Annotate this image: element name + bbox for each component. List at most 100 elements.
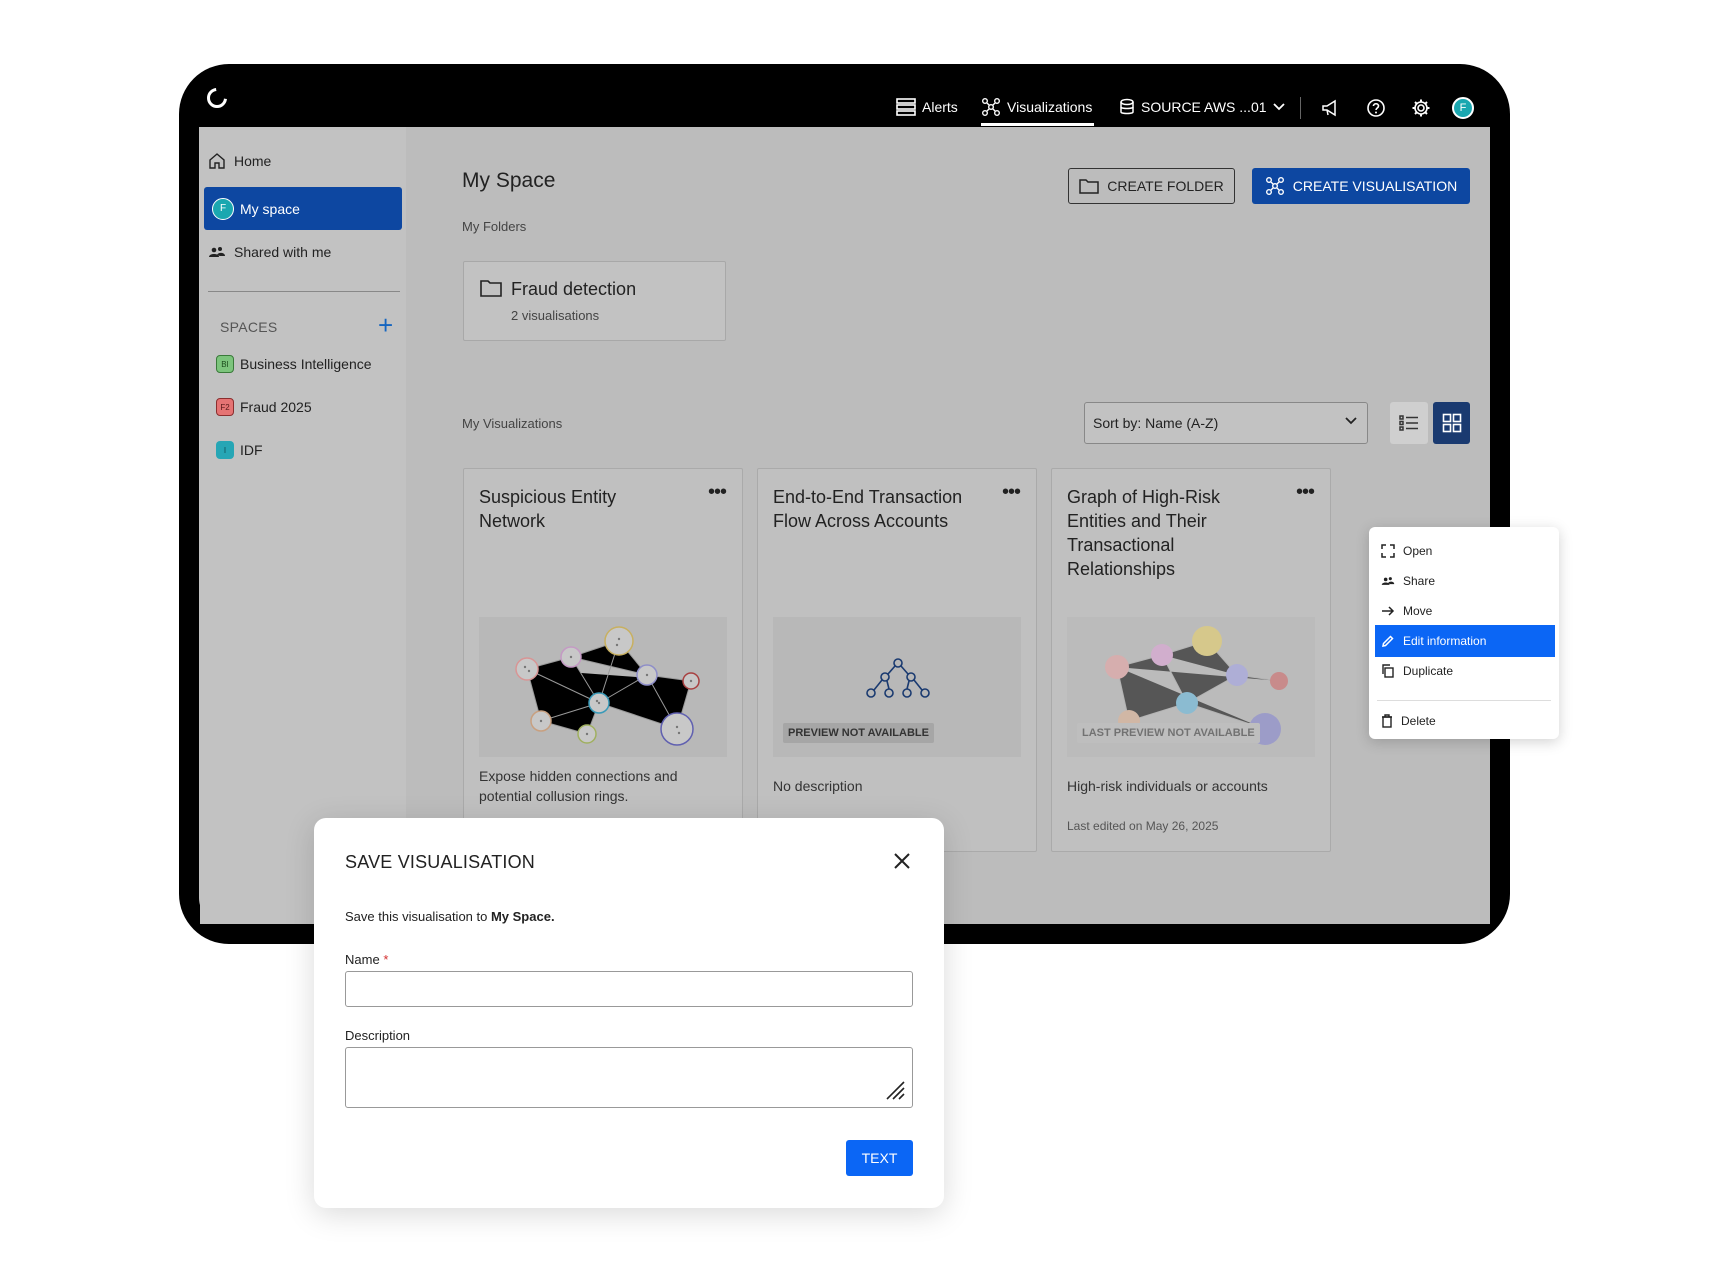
create-folder-button[interactable]: CREATE FOLDER — [1068, 168, 1235, 204]
space-badge: F2 — [216, 398, 234, 416]
pencil-icon — [1382, 635, 1394, 647]
description-field[interactable] — [345, 1047, 913, 1108]
copy-icon — [1382, 664, 1394, 678]
menu-item-edit-information[interactable]: Edit information — [1375, 625, 1555, 657]
close-icon[interactable] — [889, 848, 915, 874]
card-description: No description — [773, 778, 863, 794]
sidebar-item-fraud-2025[interactable]: F2 Fraud 2025 — [216, 398, 312, 416]
nav-alerts-label: Alerts — [922, 99, 958, 115]
spaces-heading: SPACES — [220, 319, 278, 335]
sidebar-item-label: Shared with me — [234, 244, 332, 260]
menu-item-move[interactable]: Move — [1375, 595, 1555, 627]
card-title: End-to-End Transaction Flow Across Accou… — [773, 487, 963, 531]
source-label: SOURCE AWS ...01 — [1141, 99, 1267, 115]
visualization-card[interactable]: End-to-End Transaction Flow Across Accou… — [757, 468, 1037, 852]
menu-item-label: Move — [1403, 604, 1433, 618]
active-tab-indicator — [981, 123, 1094, 126]
sidebar-item-shared[interactable]: Shared with me — [208, 244, 331, 260]
save-button[interactable]: TEXT — [846, 1140, 913, 1176]
more-options-icon[interactable]: ••• — [1002, 482, 1021, 502]
settings-gear-icon[interactable] — [1409, 96, 1433, 120]
nav-visualizations-label: Visualizations — [1007, 99, 1093, 115]
add-space-button[interactable]: + — [378, 312, 393, 338]
card-preview-image: LAST PREVIEW NOT AVAILABLE — [1067, 617, 1315, 757]
dialog-message-text: Save this visualisation to — [345, 909, 491, 924]
section-heading-visualizations: My Visualizations — [462, 416, 563, 431]
folder-name: Fraud detection — [511, 279, 637, 299]
grid-icon — [1442, 413, 1461, 433]
folder-icon — [480, 280, 502, 297]
context-menu: Open Share Move Edit information Duplica… — [1369, 527, 1559, 739]
menu-item-duplicate[interactable]: Duplicate — [1375, 655, 1555, 687]
preview-not-available-badge: LAST PREVIEW NOT AVAILABLE — [1077, 723, 1260, 743]
app-logo-icon[interactable] — [207, 88, 227, 108]
dialog-message: Save this visualisation to My Space. — [345, 909, 555, 924]
sidebar-item-label: Fraud 2025 — [240, 399, 312, 415]
resize-handle-icon[interactable] — [884, 1079, 906, 1101]
card-description: High-risk individuals or accounts — [1067, 778, 1268, 794]
menu-item-label: Open — [1403, 544, 1433, 558]
more-options-icon[interactable]: ••• — [708, 482, 727, 502]
menu-divider — [1377, 700, 1551, 701]
visualization-card[interactable]: Graph of High-Risk Entities and Their Tr… — [1051, 468, 1331, 852]
page-title: My Space — [462, 169, 556, 192]
menu-item-label: Duplicate — [1403, 664, 1454, 678]
chevron-down-icon — [1272, 103, 1285, 111]
card-title: Suspicious Entity Network — [479, 487, 617, 531]
visualization-card[interactable]: Suspicious Entity Network ••• Expose hid… — [463, 468, 743, 852]
dialog-title: SAVE VISUALISATION — [345, 852, 535, 872]
name-field[interactable] — [345, 971, 913, 1007]
sidebar-item-label: IDF — [240, 442, 263, 458]
list-view-button[interactable] — [1390, 402, 1428, 444]
create-visualisation-label: CREATE VISUALISATION — [1292, 178, 1458, 194]
sidebar-item-home[interactable]: Home — [208, 152, 271, 170]
people-icon — [209, 247, 225, 257]
database-icon — [1120, 98, 1134, 115]
alerts-icon — [896, 98, 916, 116]
sort-select[interactable]: Sort by: Name (A-Z) — [1084, 402, 1368, 444]
avatar: F — [212, 197, 234, 220]
name-label-text: Name — [345, 952, 380, 967]
menu-item-label: Share — [1403, 574, 1436, 588]
graph-network-icon — [982, 98, 1000, 116]
space-badge: BI — [216, 355, 234, 373]
sort-value: Sort by: Name (A-Z) — [1093, 415, 1219, 431]
section-heading-folders: My Folders — [462, 219, 527, 234]
sidebar-item-my-space[interactable]: F My space — [204, 187, 402, 230]
expand-icon — [1381, 544, 1395, 558]
nav-visualizations[interactable]: Visualizations — [981, 93, 1092, 121]
chevron-down-icon — [1345, 417, 1357, 425]
folder-count: 2 visualisations — [511, 308, 600, 323]
preview-not-available-badge: PREVIEW NOT AVAILABLE — [783, 723, 934, 743]
menu-item-label: Edit information — [1403, 634, 1487, 648]
menu-item-open[interactable]: Open — [1375, 535, 1555, 567]
create-visualisation-button[interactable]: CREATE VISUALISATION — [1252, 168, 1470, 204]
divider — [208, 291, 400, 292]
grid-view-button[interactable] — [1433, 402, 1470, 444]
card-last-edited: Last edited on May 26, 2025 — [1067, 819, 1219, 833]
folder-card[interactable] — [463, 261, 726, 341]
announcements-icon[interactable] — [1319, 96, 1343, 120]
user-avatar[interactable]: F — [1452, 97, 1474, 119]
card-description: Expose hidden connections and potential … — [479, 768, 678, 804]
sidebar-item-label: My space — [240, 200, 300, 217]
space-badge: I — [216, 441, 234, 459]
people-icon — [1381, 577, 1395, 585]
sidebar-item-label: Business Intelligence — [240, 356, 372, 372]
source-selector[interactable]: SOURCE AWS ...01 — [1119, 93, 1285, 121]
nav-alerts[interactable]: Alerts — [896, 93, 958, 121]
menu-item-share[interactable]: Share — [1375, 565, 1555, 597]
help-icon[interactable] — [1364, 96, 1388, 120]
sidebar-item-idf[interactable]: I IDF — [216, 441, 263, 459]
create-folder-label: CREATE FOLDER — [1107, 178, 1224, 194]
menu-item-label: Delete — [1401, 714, 1436, 728]
required-marker: * — [383, 952, 389, 967]
more-options-icon[interactable]: ••• — [1296, 482, 1315, 502]
name-label: Name * — [345, 952, 388, 967]
card-title: Graph of High-Risk Entities and Their Tr… — [1067, 487, 1221, 579]
menu-item-delete[interactable]: Delete — [1375, 705, 1555, 737]
list-icon — [1399, 415, 1418, 431]
dialog-message-target: My Space. — [490, 909, 555, 924]
card-preview-image — [479, 617, 727, 757]
sidebar-item-business-intelligence[interactable]: BI Business Intelligence — [216, 355, 372, 373]
